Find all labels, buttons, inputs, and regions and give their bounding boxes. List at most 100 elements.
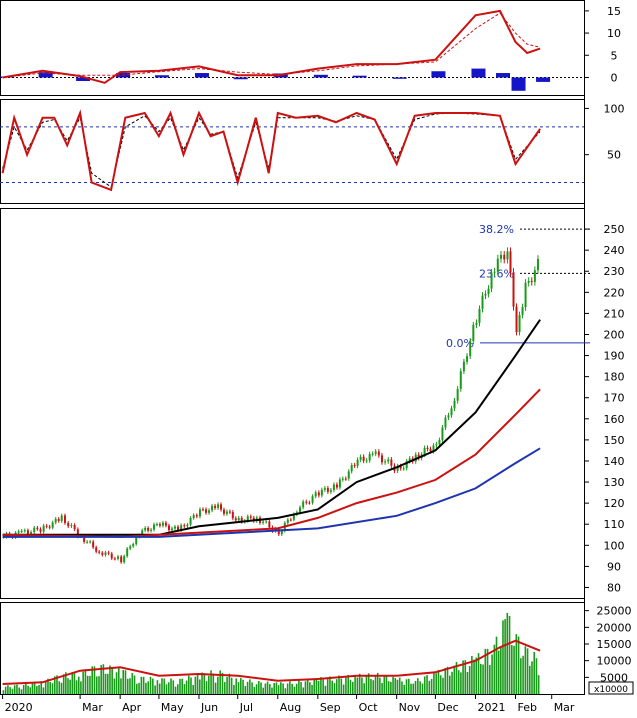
candle-body — [98, 551, 101, 553]
volume-bar — [513, 645, 515, 694]
volume-bar — [284, 688, 287, 694]
candle-body — [211, 505, 214, 511]
macd-histogram-bar — [536, 77, 551, 82]
x-axis-tick-label: Dec — [437, 701, 458, 714]
candle-body — [225, 511, 228, 514]
candle-body — [164, 522, 167, 526]
candle-body — [132, 544, 135, 547]
volume-bar — [71, 672, 74, 694]
candle-body — [466, 356, 469, 362]
candle-body — [92, 541, 95, 548]
volume-bar — [491, 654, 493, 694]
volume-bar — [451, 671, 453, 694]
volume-bar — [493, 644, 496, 694]
candle-body — [57, 518, 60, 521]
volume-bar — [95, 676, 98, 694]
candle-body — [536, 258, 539, 271]
candle-body — [150, 529, 153, 531]
volume-bar — [149, 676, 152, 694]
volume-bar — [280, 682, 282, 694]
candle-body — [60, 515, 63, 521]
candle-body — [262, 521, 265, 523]
candle-body — [113, 558, 116, 560]
candle-body — [496, 258, 499, 272]
volume-bar — [300, 681, 302, 694]
candle-body — [208, 510, 211, 513]
x-axis-tick-label: Nov — [399, 701, 421, 714]
volume-bar — [358, 673, 361, 694]
x-axis-tick-label: 2021 — [477, 701, 505, 714]
candle-body — [323, 488, 326, 490]
volume-bar — [437, 669, 440, 694]
volume-bar — [309, 682, 311, 694]
volume-bar — [390, 681, 392, 694]
volume-bar — [181, 678, 184, 694]
volume-bar — [205, 681, 208, 694]
volume-bar — [504, 619, 506, 694]
volume-bar — [383, 675, 386, 694]
candle-body — [365, 460, 368, 462]
volume-bar — [106, 673, 109, 694]
volume-bar — [214, 682, 217, 694]
volume-bar — [31, 683, 34, 694]
volume-bar — [500, 646, 502, 694]
volume-bar — [497, 650, 500, 694]
volume-bar — [42, 687, 45, 694]
volume-bar — [442, 677, 444, 694]
macd-histogram-bar — [392, 77, 407, 79]
price-axis-tick-label: 240 — [604, 244, 625, 257]
volume-bar — [80, 681, 82, 694]
volume-bar — [345, 676, 347, 694]
volume-bar — [417, 678, 419, 694]
candle-body — [472, 324, 475, 342]
candle-body — [524, 282, 527, 308]
volume-bar — [129, 678, 131, 694]
volume-bar — [426, 675, 428, 694]
candle-body — [214, 505, 217, 508]
candle-body — [509, 251, 512, 273]
candle-body — [33, 527, 36, 533]
candle-body — [384, 461, 387, 463]
candle-body — [447, 415, 450, 418]
volume-bar — [18, 687, 21, 694]
volume-bar — [273, 683, 275, 694]
volume-bar — [349, 679, 352, 694]
volume-bar — [260, 682, 262, 694]
candle-body — [73, 525, 76, 530]
price-ma-line-3 — [2, 447, 541, 538]
volume-bar — [89, 675, 91, 694]
candle-body — [380, 455, 383, 463]
price-axis-tick-label: 110 — [604, 518, 625, 531]
x-axis-tick-label: Jun — [200, 701, 218, 714]
volume-bar — [120, 678, 122, 694]
candle-body — [20, 530, 23, 532]
volume-bar — [255, 684, 258, 694]
volume-axis-tick-label: 20000 — [597, 621, 632, 634]
stoch-axis-tick-label: 50 — [607, 149, 621, 162]
price-axis-tick-label: 90 — [607, 560, 621, 573]
volume-bar — [67, 678, 69, 694]
candle-body — [220, 504, 223, 510]
volume-bar — [293, 686, 296, 694]
volume-bar — [77, 676, 80, 694]
volume-bar — [33, 682, 36, 694]
volume-bar — [269, 684, 271, 694]
volume-bar — [60, 682, 63, 694]
stock-chart: 0 5 10 15 50 100 38.2% 23.6% 0.0% 80 90 100 110 120 13… — [0, 0, 637, 714]
volume-bar — [228, 673, 231, 694]
volume-bar — [142, 676, 145, 694]
volume-bar — [22, 684, 25, 694]
volume-bar — [156, 680, 159, 694]
price-axis-tick-label: 120 — [604, 497, 625, 510]
volume-bar — [326, 678, 329, 694]
candle-body — [158, 524, 161, 526]
candle-body — [456, 388, 459, 401]
candle-body — [189, 517, 192, 525]
volume-bar — [361, 677, 363, 694]
volume-axis-tick-label: 10000 — [597, 655, 632, 668]
volume-bar — [196, 673, 199, 694]
volume-bar — [251, 682, 253, 694]
candle-body — [167, 525, 170, 531]
volume-bar — [113, 678, 116, 694]
volume-bar — [414, 680, 417, 694]
